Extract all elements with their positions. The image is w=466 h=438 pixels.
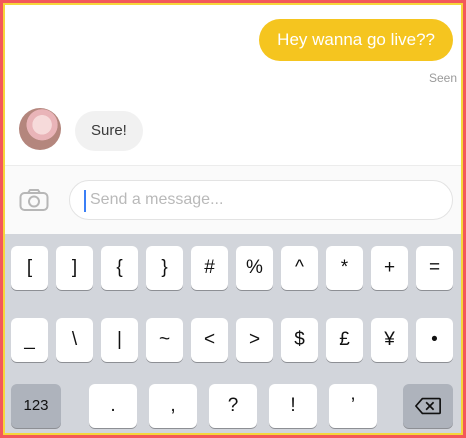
chat-thread: Hey wanna go live?? Seen Sure! xyxy=(5,5,461,163)
key-period[interactable]: . xyxy=(89,384,137,428)
key-exclamation[interactable]: ! xyxy=(269,384,317,428)
key-equals[interactable]: = xyxy=(416,246,453,290)
key-backslash[interactable]: \ xyxy=(56,318,93,362)
key-pound[interactable]: £ xyxy=(326,318,363,362)
key-underscore[interactable]: _ xyxy=(11,318,48,362)
avatar[interactable] xyxy=(19,108,61,150)
key-apostrophe[interactable]: ’ xyxy=(329,384,377,428)
key-left-brace[interactable]: { xyxy=(101,246,138,290)
keyboard: [ ] { } # % ^ * + = _ \ | ~ < > $ £ ¥ • … xyxy=(5,234,461,433)
key-right-brace[interactable]: } xyxy=(146,246,183,290)
text-caret xyxy=(84,190,86,212)
backspace-key[interactable] xyxy=(403,384,453,428)
camera-icon[interactable] xyxy=(19,188,49,212)
key-asterisk[interactable]: * xyxy=(326,246,363,290)
key-greater-than[interactable]: > xyxy=(236,318,273,362)
key-comma[interactable]: , xyxy=(149,384,197,428)
key-left-bracket[interactable]: [ xyxy=(11,246,48,290)
outgoing-message-bubble[interactable]: Hey wanna go live?? xyxy=(259,19,453,61)
key-less-than[interactable]: < xyxy=(191,318,228,362)
key-question[interactable]: ? xyxy=(209,384,257,428)
key-plus[interactable]: + xyxy=(371,246,408,290)
message-input[interactable]: Send a message... xyxy=(69,180,453,220)
message-composer: Send a message... xyxy=(5,165,461,234)
backspace-icon xyxy=(415,397,441,415)
incoming-message-bubble[interactable]: Sure! xyxy=(75,111,143,151)
seen-status: Seen xyxy=(428,71,457,85)
message-placeholder: Send a message... xyxy=(90,191,224,208)
key-percent[interactable]: % xyxy=(236,246,273,290)
key-pipe[interactable]: | xyxy=(101,318,138,362)
key-numbers-mode[interactable]: 123 xyxy=(11,384,61,428)
key-caret[interactable]: ^ xyxy=(281,246,318,290)
key-right-bracket[interactable]: ] xyxy=(56,246,93,290)
key-tilde[interactable]: ~ xyxy=(146,318,183,362)
key-yen[interactable]: ¥ xyxy=(371,318,408,362)
key-hash[interactable]: # xyxy=(191,246,228,290)
app-frame: Hey wanna go live?? Seen Sure! Send a me… xyxy=(0,0,466,438)
key-bullet[interactable]: • xyxy=(416,318,453,362)
key-dollar[interactable]: $ xyxy=(281,318,318,362)
